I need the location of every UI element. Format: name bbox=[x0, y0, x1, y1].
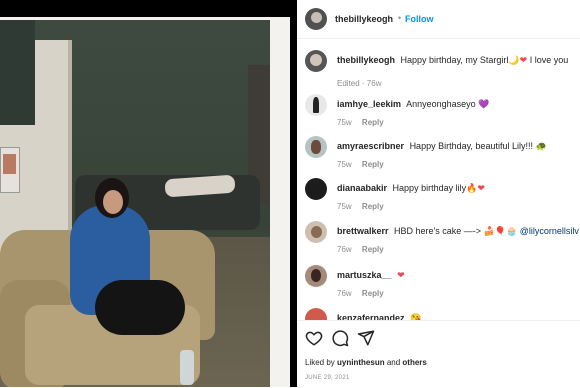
kiss-emoji-icon: 😘 bbox=[410, 313, 422, 320]
caption-body: Happy birthday, my Stargirl🌙 bbox=[400, 55, 520, 65]
comment-body: Happy birthday lily bbox=[392, 183, 467, 193]
caption-meta: Edited · 76w bbox=[337, 79, 382, 88]
comment-text: dianaabakir Happy birthday lily🔥❤ bbox=[337, 183, 485, 194]
heart-outline-icon[interactable] bbox=[305, 329, 323, 347]
reply-button[interactable]: Reply bbox=[362, 245, 384, 254]
comment-item: martuszka__ ❤ 76w Reply bbox=[297, 265, 580, 305]
caption-username[interactable]: thebillykeogh bbox=[337, 55, 395, 65]
likes-summary: Liked by uyninthesun and others bbox=[305, 358, 427, 367]
comment-item: iamhye_leekim Annyeonghaseyo 💜 75w Reply bbox=[297, 94, 580, 134]
caption-avatar[interactable] bbox=[305, 50, 327, 72]
heart-emoji-icon: ❤ bbox=[519, 55, 528, 65]
comment-meta: 75w Reply bbox=[337, 202, 384, 211]
reply-button[interactable]: Reply bbox=[362, 289, 384, 298]
comment-item: brettwalkerr HBD here's cake —-> 🍰🎈🧁 @li… bbox=[297, 221, 580, 261]
likes-others[interactable]: others bbox=[402, 358, 426, 367]
post-photo bbox=[0, 0, 297, 387]
comment-avatar[interactable] bbox=[305, 178, 327, 200]
heart-emoji-icon: ❤ bbox=[397, 270, 405, 280]
caption-body-tail: I love you bbox=[529, 55, 569, 65]
header-separator: • bbox=[398, 13, 402, 23]
comment-item: dianaabakir Happy birthday lily🔥❤ 75w Re… bbox=[297, 178, 580, 218]
comment-age: 75w bbox=[337, 160, 352, 169]
comment-meta: 75w Reply bbox=[337, 160, 384, 169]
comment-username[interactable]: amyraescribner bbox=[337, 141, 404, 151]
comment-avatar[interactable] bbox=[305, 94, 327, 116]
comment-meta: 76w Reply bbox=[337, 245, 384, 254]
comment-item: kenzafernandez 😘 bbox=[297, 308, 580, 320]
comments-list[interactable]: thebillykeogh Happy birthday, my Stargir… bbox=[297, 38, 580, 320]
comment-text: martuszka__ ❤ bbox=[337, 270, 405, 281]
purple-heart-emoji-icon: 💜 bbox=[478, 99, 490, 109]
comment-age: 76w bbox=[337, 245, 352, 254]
reply-button[interactable]: Reply bbox=[362, 160, 384, 169]
reply-button[interactable]: Reply bbox=[362, 118, 384, 127]
comment-item: amyraescribner Happy Birthday, beautiful… bbox=[297, 136, 580, 176]
post-actions: Liked by uyninthesun and others JUNE 29,… bbox=[297, 320, 580, 388]
follow-button[interactable]: Follow bbox=[405, 14, 434, 24]
photo-scene bbox=[0, 20, 270, 387]
reply-button[interactable]: Reply bbox=[362, 202, 384, 211]
comment-username[interactable]: kenzafernandez bbox=[337, 313, 405, 320]
paper-plane-icon[interactable] bbox=[357, 329, 375, 347]
comment-bubble-icon[interactable] bbox=[331, 329, 349, 347]
comment-body: Annyeonghaseyo bbox=[406, 99, 476, 109]
caption-text: thebillykeogh Happy birthday, my Stargir… bbox=[337, 55, 568, 66]
comment-username[interactable]: brettwalkerr bbox=[337, 226, 389, 236]
author-username[interactable]: thebillykeogh bbox=[335, 14, 393, 24]
comment-avatar[interactable] bbox=[305, 308, 327, 320]
post-side-panel: thebillykeogh • Follow thebillykeogh Hap… bbox=[297, 0, 580, 388]
comment-text: kenzafernandez 😘 bbox=[337, 313, 421, 320]
mention-link[interactable]: @lilycornellsilv bbox=[520, 226, 579, 236]
comment-body: HBD here's cake —-> 🍰🎈🧁 bbox=[394, 226, 518, 236]
likes-user[interactable]: uyninthesun bbox=[337, 358, 385, 367]
comment-username[interactable]: iamhye_leekim bbox=[337, 99, 401, 109]
comment-avatar[interactable] bbox=[305, 221, 327, 243]
comment-age: 75w bbox=[337, 118, 352, 127]
comment-age: 75w bbox=[337, 202, 352, 211]
comment-username[interactable]: martuszka__ bbox=[337, 270, 392, 280]
comment-meta: 76w Reply bbox=[337, 289, 384, 298]
caption: thebillykeogh Happy birthday, my Stargir… bbox=[297, 50, 580, 90]
comment-username[interactable]: dianaabakir bbox=[337, 183, 387, 193]
likes-prefix: Liked by bbox=[305, 358, 335, 367]
turtle-emoji-icon: 🐢 bbox=[535, 141, 547, 151]
comment-body: Happy Birthday, beautiful Lily!!! bbox=[409, 141, 533, 151]
comment-avatar[interactable] bbox=[305, 265, 327, 287]
comment-text: iamhye_leekim Annyeonghaseyo 💜 bbox=[337, 99, 489, 110]
heart-emoji-icon: ❤ bbox=[477, 183, 485, 193]
fire-emoji-icon: 🔥 bbox=[466, 183, 478, 193]
comment-age: 76w bbox=[337, 289, 352, 298]
comment-text: brettwalkerr HBD here's cake —-> 🍰🎈🧁 @li… bbox=[337, 226, 579, 237]
likes-joiner: and bbox=[386, 358, 401, 367]
comment-meta: 75w Reply bbox=[337, 118, 384, 127]
post-date: JUNE 29, 2021 bbox=[305, 375, 350, 381]
post-header: thebillykeogh • Follow bbox=[297, 0, 580, 39]
comment-avatar[interactable] bbox=[305, 136, 327, 158]
comment-text: amyraescribner Happy Birthday, beautiful… bbox=[337, 141, 547, 152]
author-avatar[interactable] bbox=[305, 8, 327, 30]
